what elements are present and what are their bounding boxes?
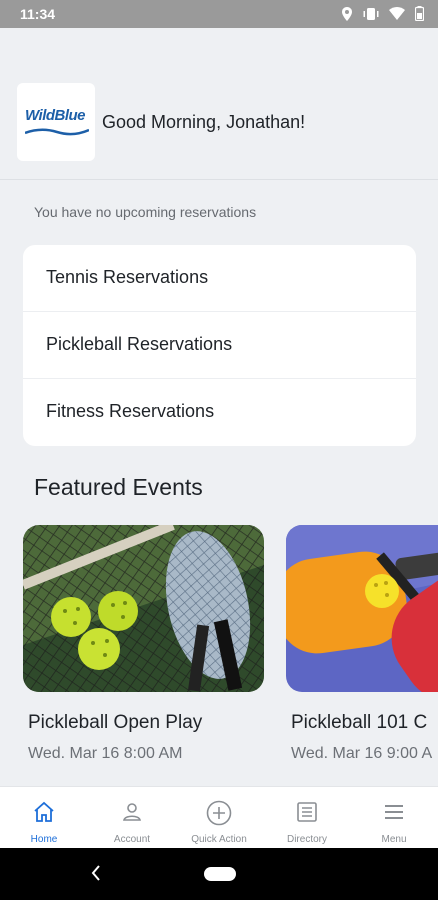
battery-icon <box>415 6 424 21</box>
nav-label: Menu <box>381 834 407 845</box>
account-icon <box>123 803 141 821</box>
bottom-nav: Home Account Quick Action Directory Menu <box>0 786 438 848</box>
featured-events-carousel[interactable]: Pickleball Open Play Wed. Mar 16 8:00 AM… <box>23 525 438 775</box>
pickleball-reservations-item[interactable]: Pickleball Reservations <box>23 312 416 379</box>
greeting-text: Good Morning, Jonathan! <box>102 112 306 132</box>
directory-icon <box>297 802 317 822</box>
wifi-icon <box>389 7 405 20</box>
nav-account[interactable]: Account <box>88 787 176 849</box>
reservation-label: Pickleball Reservations <box>46 334 233 354</box>
no-reservations-message: You have no upcoming reservations <box>34 204 257 220</box>
event-image <box>286 525 438 692</box>
location-icon <box>342 6 352 21</box>
header: WildBlue Good Morning, Jonathan! <box>0 28 438 180</box>
featured-events-title: Featured Events <box>34 474 203 500</box>
reservation-label: Tennis Reservations <box>46 267 209 287</box>
status-bar: 11:34 <box>0 0 438 28</box>
status-time: 11:34 <box>20 6 56 22</box>
logo-wave-icon <box>25 128 89 136</box>
status-icons <box>341 6 424 21</box>
home-icon <box>34 801 54 822</box>
club-logo: WildBlue <box>17 83 95 161</box>
event-date: Wed. Mar 16 9:00 A <box>291 745 433 762</box>
logo-text: WildBlue <box>25 107 86 124</box>
system-nav-bar <box>0 848 438 900</box>
nav-label: Account <box>113 834 151 845</box>
nav-home[interactable]: Home <box>0 787 88 849</box>
nav-label: Home <box>30 834 58 845</box>
reservations-card: Tennis Reservations Pickleball Reservati… <box>23 245 416 446</box>
nav-directory[interactable]: Directory <box>263 787 351 849</box>
menu-icon <box>385 805 403 819</box>
tennis-reservations-item[interactable]: Tennis Reservations <box>23 245 416 312</box>
event-image <box>23 525 264 692</box>
event-card-pickleball-101[interactable]: Pickleball 101 C Wed. Mar 16 9:00 A <box>286 525 438 762</box>
nav-label: Quick Action <box>191 834 247 845</box>
event-date: Wed. Mar 16 8:00 AM <box>28 745 183 762</box>
event-name: Pickleball Open Play <box>28 712 203 733</box>
reservation-label: Fitness Reservations <box>46 401 215 421</box>
pickleball-net-image <box>23 525 264 692</box>
home-pill-button[interactable] <box>204 867 236 881</box>
back-icon[interactable] <box>90 864 102 882</box>
nav-quick-action[interactable]: Quick Action <box>175 787 263 849</box>
pickleball-paddles-image <box>286 525 438 692</box>
event-name: Pickleball 101 C <box>291 712 428 733</box>
event-card-open-play[interactable]: Pickleball Open Play Wed. Mar 16 8:00 AM <box>23 525 264 762</box>
fitness-reservations-item[interactable]: Fitness Reservations <box>23 379 416 446</box>
vibrate-icon <box>363 7 379 20</box>
nav-menu[interactable]: Menu <box>350 787 438 849</box>
plus-circle-icon <box>206 800 232 826</box>
nav-label: Directory <box>286 834 327 845</box>
